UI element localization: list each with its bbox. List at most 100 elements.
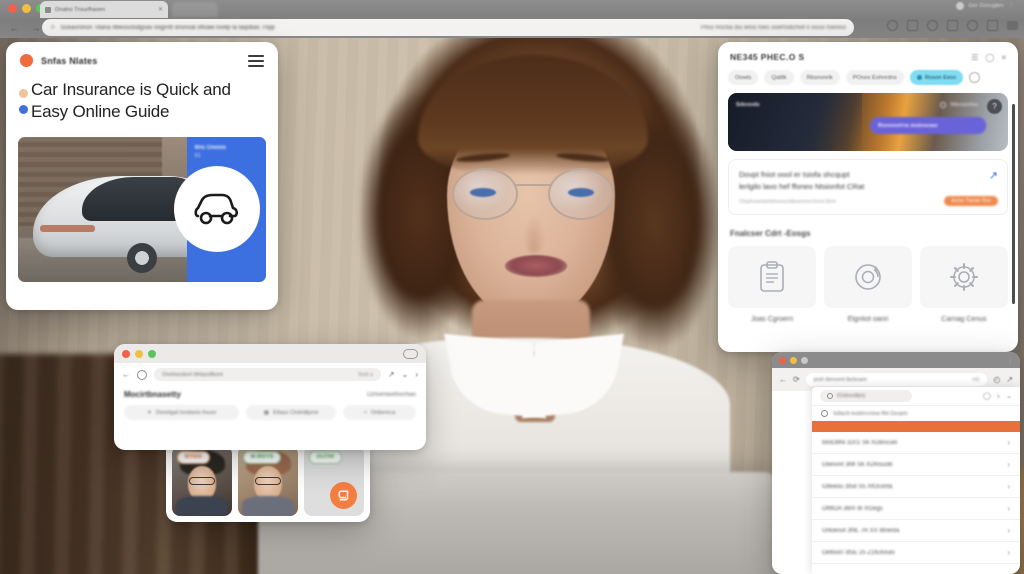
maximize-button[interactable] bbox=[148, 349, 156, 358]
dropdown-overlay-panel[interactable]: tOobsodtpnj ◯ ♭ ⌄ Sdlactt txobhroctow ft… bbox=[812, 387, 1020, 574]
chevron-right-icon[interactable]: › bbox=[1007, 482, 1010, 491]
browser-account-area[interactable]: Ger Gonugten ⋮ bbox=[955, 2, 1015, 10]
tab-ponox-eohnrdns[interactable]: POnox Eohnrdns bbox=[845, 70, 904, 85]
content-link[interactable]: Ozfsenlaxthochias bbox=[367, 392, 416, 398]
tab-chip-icon[interactable] bbox=[403, 348, 418, 359]
avatar-card-2[interactable]: M IRDYS bbox=[238, 446, 298, 516]
target-icon[interactable] bbox=[927, 20, 938, 31]
circle-icon[interactable]: ◯ bbox=[985, 53, 994, 62]
assistant-browser-window[interactable]: ← Onelooobori ttHaoxfbont fnob a ↗ ⌄ › M… bbox=[114, 344, 426, 450]
hamburger-menu-icon[interactable] bbox=[248, 54, 264, 67]
address-bar[interactable]: Onelooobori ttHaoxfbont fnob a bbox=[154, 368, 381, 381]
banner-option[interactable]: Stlecaortou bbox=[939, 102, 978, 108]
panel-tab-row[interactable]: Oowts Qattlk Rbsnonrik POnox Eohnrdns Ro… bbox=[718, 68, 1018, 93]
banner-cta-button[interactable]: Rsnnovirra motosoas bbox=[870, 117, 986, 134]
search-results-window[interactable]: ⋮ ← ⟳ prsh tlenvent tbcboam mtt ◴ ↗ tOob… bbox=[772, 352, 1020, 574]
history-icon[interactable]: ◴ bbox=[993, 375, 1000, 384]
chevron-right-icon[interactable]: › bbox=[1007, 526, 1010, 535]
list-item[interactable]: txtoObNi 3201 S6 XDBsculo › bbox=[812, 432, 1020, 454]
overlay-search-chip[interactable]: tOobsodtpnj bbox=[820, 390, 912, 402]
minimize-button[interactable] bbox=[790, 356, 797, 364]
share-icon[interactable]: ↗ bbox=[388, 370, 395, 379]
grid-tile[interactable] bbox=[920, 245, 1008, 308]
window-icon[interactable] bbox=[1007, 21, 1018, 30]
back-arrow-icon[interactable]: ← bbox=[779, 375, 787, 384]
avatar-body bbox=[241, 496, 295, 516]
minimize-button[interactable] bbox=[135, 349, 143, 358]
browser-tab-inactive[interactable] bbox=[172, 2, 218, 17]
browser-tab[interactable]: Onalno Tnsurfhaoen ✕ bbox=[40, 1, 168, 18]
suggestion-pill-1[interactable]: ✦ Donelgat txndanio fnuxe bbox=[124, 405, 240, 420]
external-link-icon[interactable]: ↗ bbox=[989, 169, 998, 182]
refresh-icon[interactable] bbox=[969, 72, 981, 83]
grid-tile[interactable] bbox=[728, 245, 816, 308]
chat-bubble-icon[interactable] bbox=[330, 482, 357, 509]
grid-item-etgnliot-oanri[interactable]: Etgnliot oanri bbox=[824, 245, 912, 323]
refresh-icon[interactable] bbox=[987, 20, 998, 31]
filter-icon[interactable]: ☰ bbox=[971, 53, 978, 62]
chevron-down-icon[interactable]: ⌄ bbox=[1006, 392, 1012, 400]
share-icon[interactable]: ↗ bbox=[1006, 375, 1013, 384]
list-item[interactable]: Gtteeou 3t58 S5 XfOconta › bbox=[812, 476, 1020, 498]
back-arrow-icon[interactable]: ← bbox=[122, 370, 130, 379]
tab-roson-eeoc[interactable]: Roson Eeoc bbox=[909, 70, 964, 85]
chevron-right-icon[interactable]: › bbox=[1007, 438, 1010, 447]
list-item[interactable]: Oettoo0 3t5E 25 Z1fE6oulo › bbox=[812, 542, 1020, 564]
globe-icon[interactable] bbox=[967, 20, 978, 31]
panel-actions[interactable]: ☰ ◯ ≡ bbox=[971, 53, 1006, 62]
chevron-right-icon[interactable]: › bbox=[1007, 460, 1010, 469]
avatar[interactable] bbox=[955, 2, 964, 10]
grid-tile[interactable] bbox=[824, 245, 912, 308]
insurance-article-card[interactable]: Snfas Nlates Car Insurance is Quick and … bbox=[6, 42, 278, 310]
grid-item-joas-cgroerri[interactable]: Joas Cgroerri bbox=[728, 245, 816, 323]
chevron-down-icon[interactable]: ⌄ bbox=[402, 370, 409, 379]
maximize-button[interactable] bbox=[801, 356, 808, 364]
kebab-menu-icon[interactable]: ⋮ bbox=[1009, 3, 1015, 9]
dashboard-panel[interactable]: NE345 PHEC.O S ☰ ◯ ≡ Oowts Qattlk Rbsnon… bbox=[718, 42, 1018, 352]
help-circle-icon[interactable]: ? bbox=[987, 99, 1002, 114]
close-button[interactable] bbox=[122, 349, 130, 358]
hero-image[interactable]: 9ns Ooooo 51 bbox=[18, 136, 266, 282]
tab-oowts[interactable]: Oowts bbox=[728, 70, 759, 85]
promo-banner[interactable]: Sdoxods Stlecaortou Rsnnovirra motosoas … bbox=[728, 93, 1008, 151]
minimize-button[interactable] bbox=[22, 4, 31, 13]
chevron-right-icon[interactable]: › bbox=[1007, 548, 1010, 557]
tab-qattlk[interactable]: Qattlk bbox=[764, 70, 794, 85]
share-icon[interactable] bbox=[907, 20, 918, 31]
reload-icon[interactable] bbox=[137, 369, 147, 380]
article-card[interactable]: Dovpt fniot oool er tsiofa shcqupt lerlg… bbox=[728, 159, 1008, 215]
suggestion-pill-2[interactable]: ▦ Etlass Chdridlpme bbox=[246, 405, 336, 420]
grid-item-carriag-cenus[interactable]: Carriag Cenus bbox=[920, 245, 1008, 323]
avatar-card-3[interactable]: DIJ700 bbox=[304, 446, 364, 516]
avatar-card-strip[interactable]: MY600 M IRDYS DIJ700 bbox=[166, 440, 370, 522]
chevron-right-icon[interactable]: › bbox=[415, 370, 418, 379]
window-traffic-lights[interactable] bbox=[779, 356, 808, 364]
list-item[interactable]: Gtiesvvt 3t9f S6 XDfosuob › bbox=[812, 454, 1020, 476]
close-button[interactable] bbox=[8, 4, 17, 13]
close-button[interactable] bbox=[779, 356, 786, 364]
kebab-menu-icon[interactable]: ⋮ bbox=[1007, 357, 1013, 364]
download-icon[interactable] bbox=[947, 20, 958, 31]
avatar-card-1[interactable]: MY600 bbox=[172, 446, 232, 516]
address-bar[interactable]: prsh tlenvent tbcboam mtt bbox=[805, 373, 988, 386]
search-field-row[interactable]: Sdlactt txobhroctow ftht Dsopm bbox=[812, 405, 1020, 421]
chevron-right-icon[interactable]: › bbox=[1007, 504, 1010, 513]
refresh-icon[interactable]: ◯ bbox=[983, 392, 991, 400]
reload-icon[interactable]: ⟳ bbox=[793, 375, 800, 384]
list-item[interactable]: Untoesvt 3f9L 7R XX 8tnesta › bbox=[812, 520, 1020, 542]
browser-toolbar-icons bbox=[887, 20, 1018, 31]
window-traffic-lights[interactable] bbox=[122, 349, 156, 358]
bell-icon[interactable]: ♭ bbox=[997, 392, 1000, 400]
extension-icon[interactable] bbox=[887, 20, 898, 31]
tab-rbsnonrik[interactable]: Rbsnonrik bbox=[799, 70, 840, 85]
menu-icon[interactable]: ≡ bbox=[1001, 53, 1006, 62]
overlay-toolbar: tOobsodtpnj ◯ ♭ ⌄ bbox=[812, 387, 1020, 405]
tab-close-icon[interactable]: ✕ bbox=[158, 6, 163, 13]
address-bar[interactable]: ☉ Sceasronon Titana nbeosctodgsav oogrnt… bbox=[42, 19, 854, 36]
brand-area[interactable]: Snfas Nlates bbox=[20, 54, 97, 67]
panel-scrollbar[interactable] bbox=[1012, 104, 1015, 304]
back-arrow-icon[interactable]: ← bbox=[6, 21, 22, 35]
list-item[interactable]: OftftOA 36fX t8 Xf2egs › bbox=[812, 498, 1020, 520]
search-input[interactable]: Sdlactt txobhroctow ftht Dsopm bbox=[833, 411, 908, 417]
suggestion-pill-3[interactable]: ≈ Onbemca bbox=[342, 405, 416, 420]
